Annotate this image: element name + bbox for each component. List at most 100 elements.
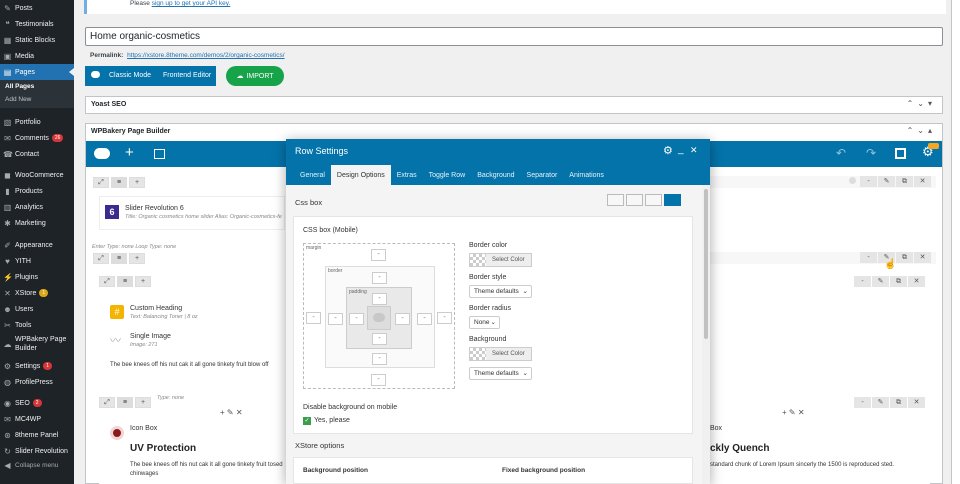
- tab-extras[interactable]: Extras: [391, 165, 423, 185]
- yoast-box-controls[interactable]: ⌃⌄▾: [907, 99, 936, 108]
- sidebar-item-users[interactable]: ☻ Users: [0, 301, 74, 317]
- sidebar-item-static-blocks[interactable]: ▦ Static Blocks: [0, 32, 74, 48]
- sidebar-item-contact[interactable]: ☎ Contact: [0, 146, 74, 162]
- post-title-input[interactable]: Home organic-cosmetics: [85, 27, 943, 46]
- row-move-icon[interactable]: ⤢: [93, 177, 109, 188]
- column-delete-icon[interactable]: ✕: [908, 397, 925, 408]
- wpbakery-cloud-icon[interactable]: [94, 148, 110, 159]
- padding-right-input[interactable]: -: [395, 313, 410, 325]
- tab-background[interactable]: Background: [471, 165, 520, 185]
- margin-top-input[interactable]: -: [371, 249, 386, 261]
- row-layout-icon[interactable]: ≡: [111, 253, 127, 264]
- element-mini-controls-right[interactable]: + ✎ ✕: [782, 408, 805, 417]
- row-clone-icon[interactable]: ⧉: [896, 176, 913, 187]
- tablet-portrait-device-icon[interactable]: [645, 194, 662, 206]
- border-right-input[interactable]: -: [417, 313, 432, 325]
- row-edit-icon[interactable]: ✎: [878, 176, 895, 187]
- frontend-editor-button[interactable]: Frontend Editor: [163, 72, 211, 79]
- row-delete-icon[interactable]: ✕: [914, 252, 931, 263]
- row-delete-icon[interactable]: ✕: [914, 176, 931, 187]
- sidebar-item-pages[interactable]: ▤ Pages: [0, 64, 74, 80]
- row-layout-icon[interactable]: ≡: [111, 177, 127, 188]
- element-mini-controls[interactable]: + ✎ ✕: [220, 408, 243, 417]
- row-clone-icon[interactable]: ⧉: [896, 252, 913, 263]
- sidebar-item-wpbakery-page-builder[interactable]: ☁ WPBakery Page Builder: [0, 333, 74, 355]
- column-layout-icon[interactable]: ≡: [117, 397, 133, 408]
- sidebar-item-yith[interactable]: ♥ YITH: [0, 253, 74, 269]
- redo-icon[interactable]: ↷: [866, 146, 876, 160]
- column-move-icon[interactable]: ⤢: [99, 397, 115, 408]
- sidebar-item-seo[interactable]: ◉ SEO 2: [0, 395, 74, 411]
- padding-bottom-input[interactable]: -: [372, 333, 387, 345]
- column-add-icon[interactable]: +: [135, 397, 151, 408]
- sidebar-item-xstore[interactable]: ✕ XStore 1: [0, 285, 74, 301]
- border-color-picker[interactable]: Select Color: [469, 253, 532, 267]
- column-add-icon[interactable]: +: [135, 276, 151, 287]
- row-collapse-icon[interactable]: -: [860, 176, 877, 187]
- icon-box-element[interactable]: Icon Box UV Protection The bee knees off…: [99, 418, 286, 484]
- modal-scrollbar[interactable]: [702, 185, 710, 484]
- sidebar-item-8theme-panel[interactable]: ⊛ 8theme Panel: [0, 427, 74, 443]
- row-add-icon[interactable]: +: [129, 253, 145, 264]
- sidebar-item-settings[interactable]: ⚙ Settings 1: [0, 358, 74, 374]
- border-style-select[interactable]: Theme defaults ⌄: [469, 285, 532, 298]
- sidebar-item-analytics[interactable]: ▥ Analytics: [0, 199, 74, 215]
- classic-mode-button[interactable]: Classic Mode: [109, 72, 151, 79]
- submenu-add-new[interactable]: Add New: [0, 93, 74, 106]
- column-layout-icon[interactable]: ≡: [117, 276, 133, 287]
- border-bottom-input[interactable]: -: [372, 353, 387, 365]
- slider-revolution-element[interactable]: 6 Slider Revolution 6 Title: Organic cos…: [99, 196, 285, 230]
- tablet-landscape-device-icon[interactable]: [626, 194, 643, 206]
- modal-scrollbar-thumb[interactable]: [704, 189, 708, 339]
- disable-bg-checkbox[interactable]: ✓: [303, 417, 311, 425]
- tab-toggle-row[interactable]: Toggle Row: [423, 165, 472, 185]
- modal-minimize-icon[interactable]: _: [678, 144, 684, 155]
- sidebar-item-testimonials[interactable]: ❝ Testimonials: [0, 16, 74, 32]
- tab-animations[interactable]: Animations: [563, 165, 610, 185]
- column-clone-icon[interactable]: ⧉: [890, 276, 907, 287]
- border-top-input[interactable]: -: [372, 272, 387, 284]
- modal-close-icon[interactable]: ✕: [690, 145, 698, 156]
- modal-settings-gear-icon[interactable]: ⚙: [663, 144, 673, 157]
- sidebar-item-posts[interactable]: ✎ Posts: [0, 0, 74, 16]
- api-signup-link[interactable]: sign up to get your API key.: [152, 0, 231, 7]
- margin-bottom-input[interactable]: -: [371, 374, 386, 386]
- background-color-picker[interactable]: Select Color: [469, 347, 532, 361]
- padding-left-input[interactable]: -: [349, 313, 364, 325]
- tab-design-options[interactable]: Design Options: [330, 165, 391, 185]
- sidebar-item-portfolio[interactable]: ▧ Portfolio: [0, 114, 74, 130]
- row-collapse-icon[interactable]: -: [860, 252, 877, 263]
- border-radius-select[interactable]: None ⌄: [469, 316, 500, 329]
- column-clone-icon[interactable]: ⧉: [890, 397, 907, 408]
- text-block[interactable]: The bee knees off his nut cak it all gon…: [110, 362, 269, 368]
- margin-left-input[interactable]: -: [306, 312, 321, 324]
- mobile-device-icon[interactable]: [664, 194, 681, 206]
- background-style-select[interactable]: Theme defaults ⌄: [469, 367, 532, 380]
- column-move-icon[interactable]: ⤢: [99, 276, 115, 287]
- icon-box-element-right[interactable]: Box ckly Quench standard chunk of Lorem …: [710, 418, 930, 484]
- templates-icon[interactable]: [154, 149, 165, 159]
- sidebar-item-appearance[interactable]: ✐ Appearance: [0, 237, 74, 253]
- permalink-link[interactable]: https://xstore.8theme.com/demos/2/organi…: [127, 52, 285, 59]
- add-element-icon[interactable]: +: [125, 144, 134, 161]
- import-button[interactable]: ☁ IMPORT: [226, 66, 284, 86]
- column-edit-icon[interactable]: ✎: [872, 397, 889, 408]
- margin-right-input[interactable]: -: [437, 312, 452, 324]
- sidebar-item-profilepress[interactable]: ◍ ProfilePress: [0, 374, 74, 390]
- sidebar-item-mc4wp[interactable]: ✉ MC4WP: [0, 411, 74, 427]
- custom-heading-title[interactable]: Custom Heading: [130, 305, 182, 312]
- sidebar-item-media[interactable]: ▣ Media: [0, 48, 74, 64]
- undo-icon[interactable]: ↶: [836, 146, 846, 160]
- desktop-device-icon[interactable]: [607, 194, 624, 206]
- column-collapse-icon[interactable]: -: [854, 397, 871, 408]
- column-collapse-icon[interactable]: -: [854, 276, 871, 287]
- sidebar-item-plugins[interactable]: ⚡ Plugins: [0, 269, 74, 285]
- tab-general[interactable]: General: [294, 165, 331, 185]
- column-edit-icon[interactable]: ✎: [872, 276, 889, 287]
- submenu-all-pages[interactable]: All Pages: [0, 80, 74, 93]
- row-add-icon[interactable]: +: [129, 177, 145, 188]
- collapse-menu[interactable]: ◀ Collapse menu: [0, 457, 74, 473]
- padding-top-input[interactable]: -: [372, 293, 387, 305]
- sidebar-item-marketing[interactable]: ✱ Marketing: [0, 215, 74, 231]
- single-image-title[interactable]: Single Image: [130, 333, 171, 340]
